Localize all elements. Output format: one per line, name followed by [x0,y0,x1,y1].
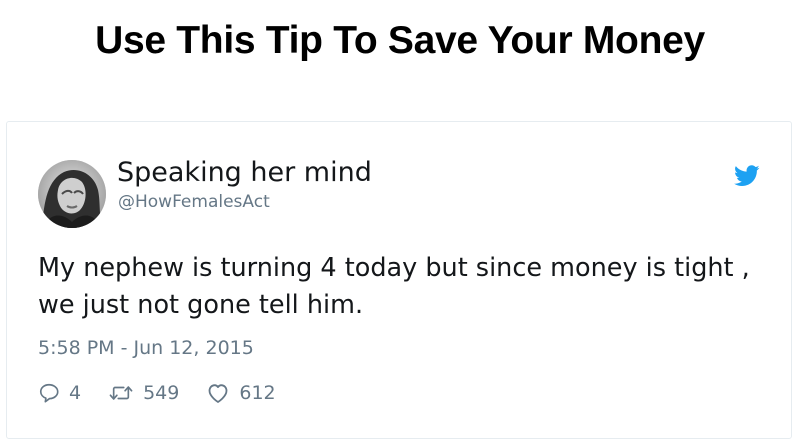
tweet-card[interactable]: Speaking her mind @HowFemalesAct My neph… [6,121,792,439]
like-count: 612 [239,382,276,404]
tweet-timestamp[interactable]: 5:58 PM - Jun 12, 2015 [38,335,254,361]
reply-count: 4 [69,382,82,404]
retweet-button[interactable]: 549 [108,382,179,404]
retweet-count: 549 [143,382,180,404]
meme-page: Use This Tip To Save Your Money Speaking… [0,0,800,448]
author-handle[interactable]: @HowFemalesAct [118,191,270,213]
tweet-text: My nephew is turning 4 today but since m… [38,253,750,320]
reply-icon [39,383,59,403]
reply-button[interactable]: 4 [38,382,81,404]
tweet-actions: 4 549 612 [38,378,303,408]
meme-headline: Use This Tip To Save Your Money [95,19,705,62]
author-name[interactable]: Speaking her mind [117,156,372,190]
retweet-icon [109,386,133,400]
avatar[interactable] [38,160,106,228]
twitter-bird-icon[interactable] [734,165,760,187]
heart-icon [208,384,228,403]
profile-photo [38,160,106,228]
like-button[interactable]: 612 [206,382,276,404]
